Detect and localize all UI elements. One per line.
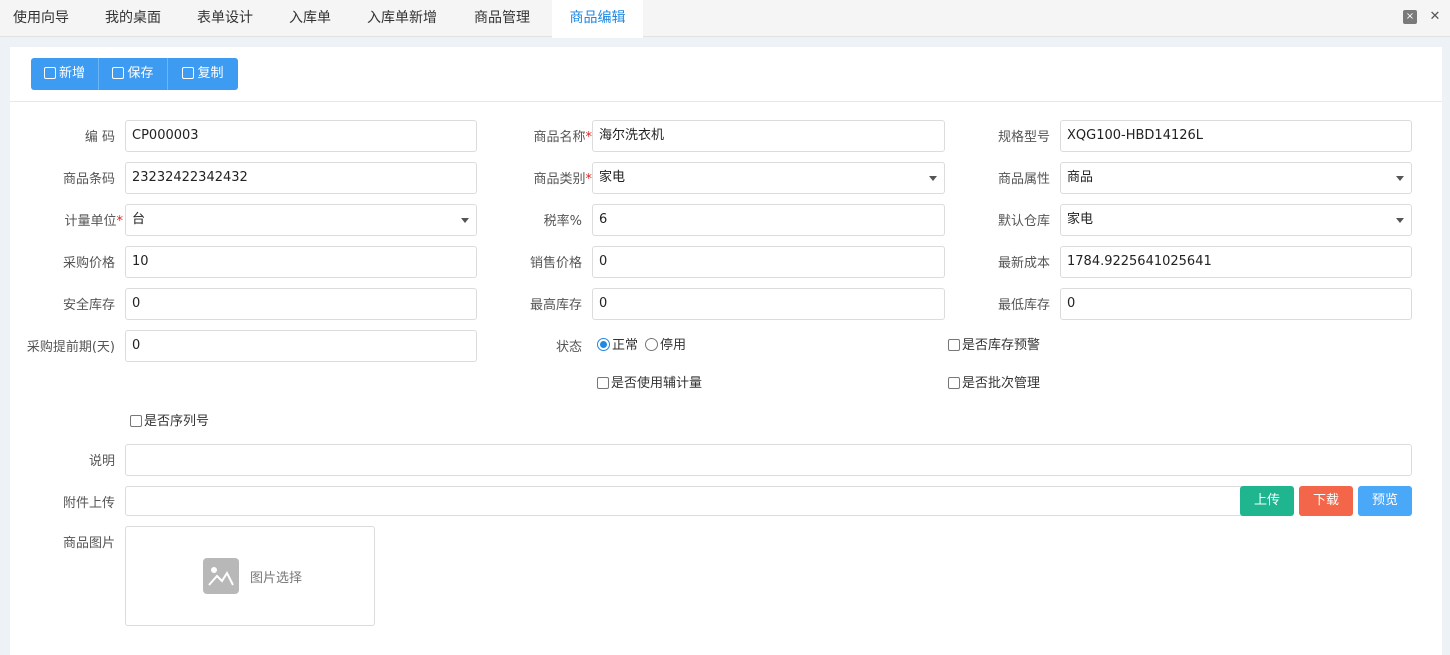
status-radio-normal[interactable]: 正常 — [597, 337, 638, 355]
close-tab-icon[interactable]: × — [1403, 10, 1417, 24]
image-picker[interactable]: 图片选择 — [125, 526, 375, 626]
code-input[interactable]: CP000003 — [125, 120, 477, 152]
min-stock-label: 最低库存 — [997, 298, 1050, 313]
image-picker-label: 图片选择 — [250, 571, 303, 586]
image-label: 商品图片 — [62, 536, 115, 551]
spec-label: 规格型号 — [997, 130, 1050, 145]
chevron-down-icon — [461, 218, 469, 223]
toolbar: 新增 保存 复制 — [10, 47, 1442, 102]
stock-warning-label: 是否库存预警 — [962, 338, 1041, 353]
chevron-down-icon — [1396, 218, 1404, 223]
edit-panel: 新增 保存 复制 编 码 CP000003 商品名称* 海尔洗衣机 规格型号 X… — [10, 47, 1442, 655]
checkbox-icon — [130, 415, 142, 427]
preview-button[interactable]: 预览 — [1358, 486, 1412, 516]
floppy-disk-icon — [112, 67, 125, 79]
attribute-value: 商品 — [1067, 170, 1094, 185]
copy-button[interactable]: 复制 — [168, 58, 238, 90]
status-disabled-label: 停用 — [660, 338, 687, 353]
name-label: 商品名称* — [500, 129, 592, 147]
description-label: 说明 — [88, 454, 115, 469]
category-label: 商品类别* — [500, 171, 592, 189]
warehouse-select[interactable]: 家电 — [1060, 204, 1412, 236]
aux-unit-label: 是否使用辅计量 — [611, 376, 703, 391]
name-label-text: 商品名称 — [533, 130, 586, 145]
tab-inbound[interactable]: 入库单 — [289, 0, 331, 37]
barcode-input[interactable]: 23232422342432 — [125, 162, 477, 194]
lead-time-label: 采购提前期(天) — [26, 340, 115, 355]
add-label: 新增 — [58, 66, 85, 81]
checkbox-icon — [948, 339, 960, 351]
checkbox-icon — [597, 377, 609, 389]
tab-product-edit[interactable]: 商品编辑 — [552, 0, 643, 38]
save-button[interactable]: 保存 — [99, 58, 168, 90]
serial-label: 是否序列号 — [144, 414, 210, 429]
tax-rate-input[interactable]: 6 — [592, 204, 945, 236]
tab-product-manage[interactable]: 商品管理 — [474, 0, 530, 37]
download-button[interactable]: 下载 — [1299, 486, 1353, 516]
aux-unit-checkbox[interactable]: 是否使用辅计量 — [597, 375, 702, 393]
tax-rate-label: 税率% — [543, 214, 582, 229]
chevron-down-icon — [1396, 176, 1404, 181]
name-input[interactable]: 海尔洗衣机 — [592, 120, 945, 152]
upload-button[interactable]: 上传 — [1240, 486, 1294, 516]
close-window-icon[interactable]: ✕ — [1428, 10, 1442, 24]
purchase-price-input[interactable]: 10 — [125, 246, 477, 278]
attachment-label: 附件上传 — [62, 496, 115, 511]
batch-checkbox[interactable]: 是否批次管理 — [948, 375, 1040, 393]
status-label: 状态 — [555, 340, 582, 355]
radio-unchecked-icon — [645, 338, 658, 351]
barcode-label: 商品条码 — [62, 172, 115, 187]
warehouse-value: 家电 — [1067, 212, 1094, 227]
unit-select[interactable]: 台 — [125, 204, 477, 236]
radio-checked-icon — [597, 338, 610, 351]
tab-desktop[interactable]: 我的桌面 — [105, 0, 161, 37]
unit-value: 台 — [132, 212, 146, 227]
code-label: 编 码 — [84, 130, 115, 145]
tab-bar: 使用向导 我的桌面 表单设计 入库单 入库单新增 商品管理 商品编辑 × ✕ — [0, 0, 1450, 38]
attachment-input[interactable] — [125, 486, 1242, 516]
category-value: 家电 — [599, 170, 626, 185]
safety-stock-label: 安全库存 — [62, 298, 115, 313]
purchase-price-label: 采购价格 — [62, 256, 115, 271]
copy-label: 复制 — [197, 66, 224, 81]
tab-form-design[interactable]: 表单设计 — [197, 0, 253, 37]
attribute-label: 商品属性 — [997, 172, 1050, 187]
add-button[interactable]: 新增 — [31, 58, 99, 90]
status-normal-label: 正常 — [612, 338, 639, 353]
tab-inbound-new[interactable]: 入库单新增 — [367, 0, 437, 37]
safety-stock-input[interactable]: 0 — [125, 288, 477, 320]
sale-price-input[interactable]: 0 — [592, 246, 945, 278]
tab-guide[interactable]: 使用向导 — [13, 0, 69, 37]
status-radio-disabled[interactable]: 停用 — [645, 337, 686, 355]
plus-box-icon — [43, 67, 56, 79]
batch-label: 是否批次管理 — [962, 376, 1041, 391]
latest-cost-label: 最新成本 — [997, 256, 1050, 271]
save-label: 保存 — [127, 66, 154, 81]
latest-cost-input[interactable]: 1784.9225641025641 — [1060, 246, 1412, 278]
unit-label: 计量单位* — [30, 213, 123, 231]
category-select[interactable]: 家电 — [592, 162, 945, 194]
spec-input[interactable]: XQG100-HBD14126L — [1060, 120, 1412, 152]
attribute-select[interactable]: 商品 — [1060, 162, 1412, 194]
warehouse-label: 默认仓库 — [997, 214, 1050, 229]
max-stock-label: 最高库存 — [529, 298, 582, 313]
unit-label-text: 计量单位 — [64, 214, 117, 229]
lead-time-input[interactable]: 0 — [125, 330, 477, 362]
stock-warning-checkbox[interactable]: 是否库存预警 — [948, 337, 1040, 355]
min-stock-input[interactable]: 0 — [1060, 288, 1412, 320]
required-mark: * — [116, 214, 124, 229]
max-stock-input[interactable]: 0 — [592, 288, 945, 320]
copy-icon — [182, 67, 195, 79]
sale-price-label: 销售价格 — [529, 256, 582, 271]
description-input[interactable] — [125, 444, 1412, 476]
image-placeholder-icon — [203, 558, 239, 594]
checkbox-icon — [948, 377, 960, 389]
category-label-text: 商品类别 — [533, 172, 586, 187]
serial-checkbox[interactable]: 是否序列号 — [130, 413, 209, 431]
chevron-down-icon — [929, 176, 937, 181]
